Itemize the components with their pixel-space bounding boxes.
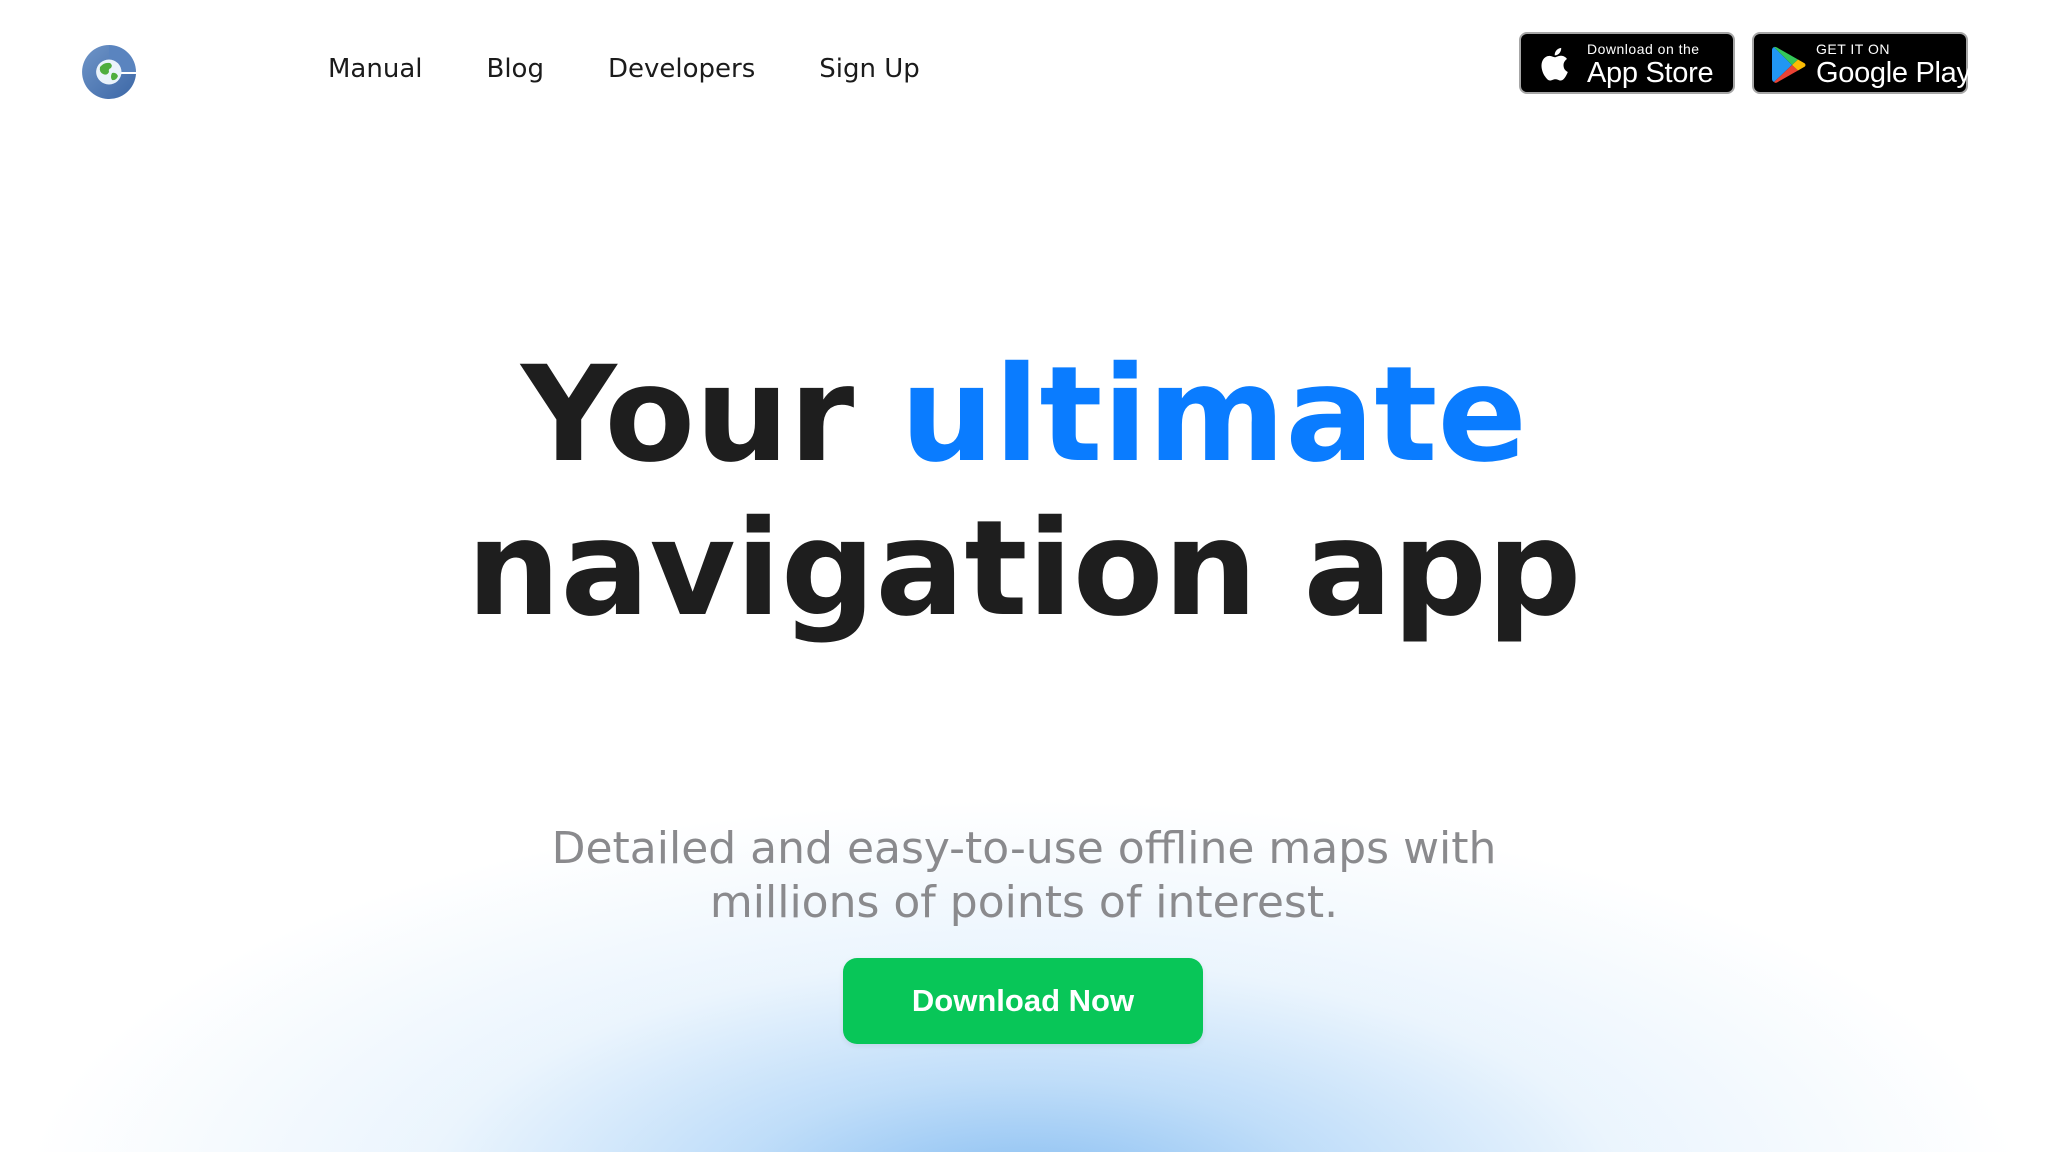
- download-now-button[interactable]: Download Now: [843, 958, 1203, 1044]
- nav-link-sign-up[interactable]: Sign Up: [819, 52, 920, 86]
- hero-title-part-2: navigation app: [466, 492, 1582, 646]
- google-play-small-text: GET IT ON: [1816, 41, 1890, 57]
- google-play-text: GET IT ON Google Play: [1816, 41, 1971, 89]
- app-store-big-text: App Store: [1587, 57, 1714, 89]
- landing-page: Manual Blog Developers Sign Up Download …: [0, 0, 2048, 1152]
- hero-subtitle: Detailed and easy-to-use offline maps wi…: [551, 823, 1497, 928]
- apple-icon: [1541, 47, 1568, 81]
- globe-g-logo-icon: [82, 45, 136, 99]
- nav-link-developers[interactable]: Developers: [608, 52, 755, 86]
- nav-link-blog[interactable]: Blog: [486, 52, 543, 86]
- hero-title: Your ultimate navigation app: [424, 338, 1624, 646]
- app-store-small-text: Download on the: [1587, 41, 1700, 57]
- store-badges: Download on the App Store GET IT ON Goog…: [1519, 32, 1971, 94]
- nav-link-manual[interactable]: Manual: [328, 52, 422, 86]
- hero-title-accent: ultimate: [900, 338, 1527, 492]
- hero-title-part-1: Your: [521, 338, 901, 492]
- google-play-badge[interactable]: GET IT ON Google Play: [1752, 32, 1971, 94]
- logo-link[interactable]: [80, 43, 138, 101]
- app-store-badge[interactable]: Download on the App Store: [1519, 32, 1735, 94]
- main-nav: Manual Blog Developers Sign Up: [328, 52, 984, 86]
- google-play-big-text: Google Play: [1816, 57, 1971, 89]
- app-store-text: Download on the App Store: [1587, 41, 1714, 89]
- google-play-icon: [1772, 46, 1806, 83]
